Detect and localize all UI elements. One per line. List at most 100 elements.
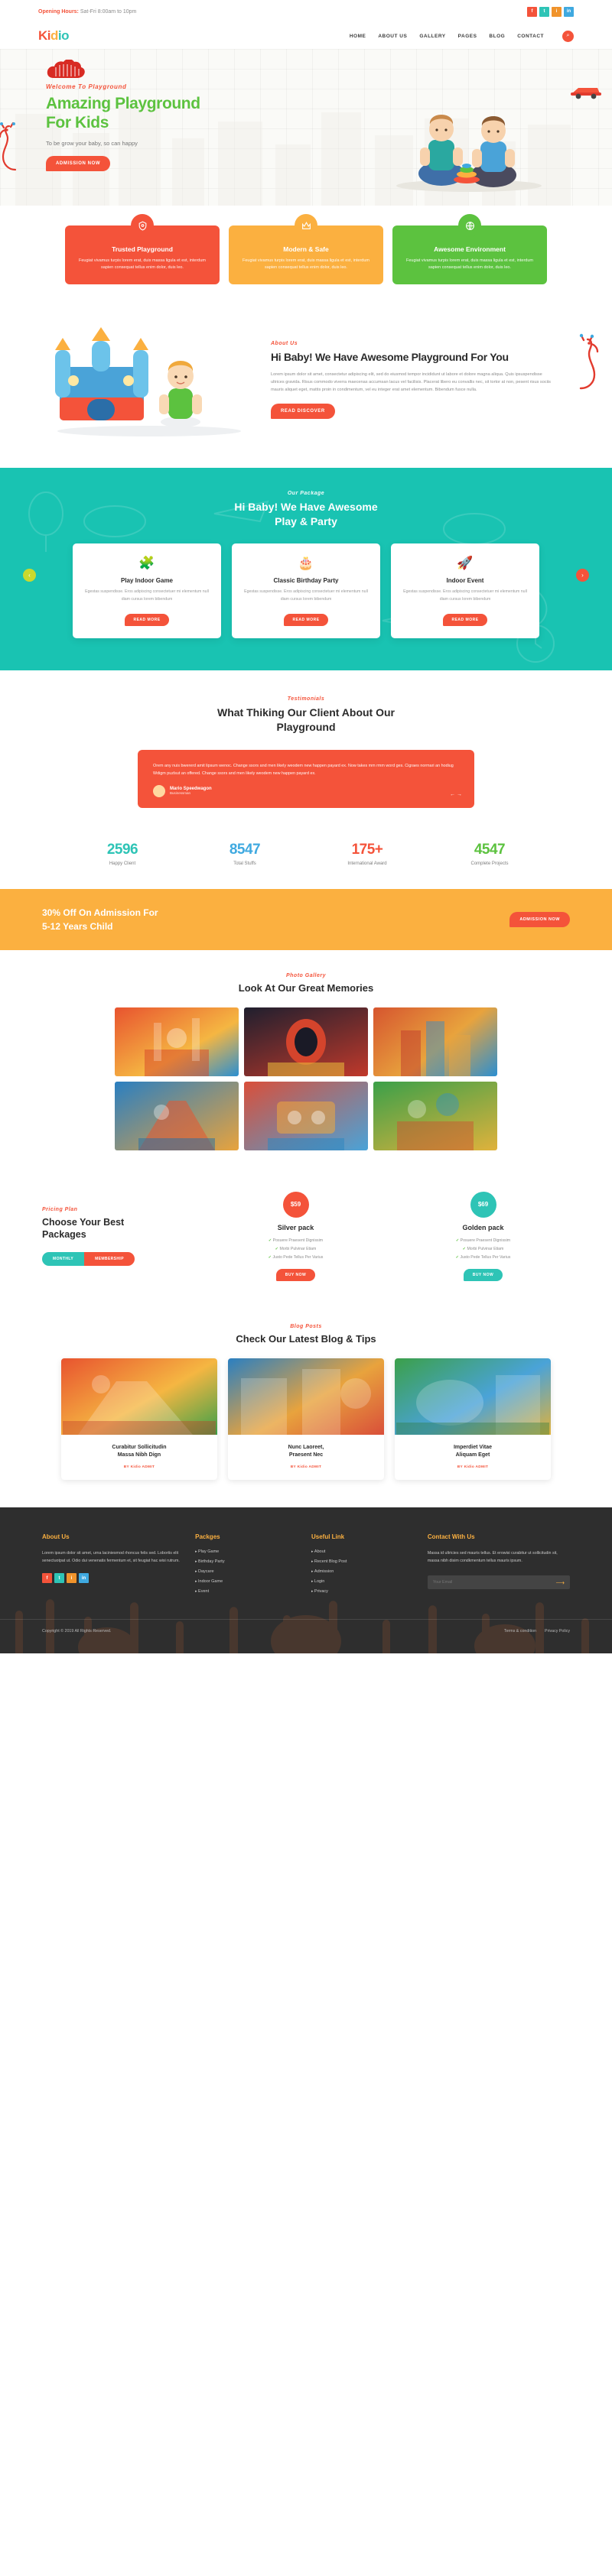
blog-section: Blog Posts Check Our Latest Blog & Tips … [0,1303,612,1507]
cta-title-line1: 30% Off On Admission For [42,907,158,918]
footer-link-birthday-party[interactable]: Birthday Party [195,1559,301,1564]
blog-card-3[interactable]: Imperdiet Vitae Aliquam Eget BY Kidio AD… [395,1358,551,1480]
footer-link-daycare[interactable]: Daycare [195,1569,301,1574]
hero-title-line1: Amazing Playground [46,95,200,113]
hero-eyebrow: Welcome To Playground [46,83,127,91]
blog-photo-3 [395,1358,551,1435]
blog-cards-row: Curabitur Sollicitudin Massa Nibh Dign B… [61,1358,551,1480]
blog-card-1[interactable]: Curabitur Sollicitudin Massa Nibh Dign B… [61,1358,217,1480]
facebook-icon[interactable]: f [527,6,537,17]
pricing-toggle-monthly[interactable]: MONTHLY [42,1252,85,1267]
footer-link-admission[interactable]: Admission [311,1569,417,1574]
pricing-toggle-membership[interactable]: MEMBERSHIP [84,1252,135,1267]
about-bouncy-castle-illustration [55,326,241,436]
hero-title-line2: For Kids [46,114,109,131]
giraffe-doodle-icon [0,122,17,171]
pricing-buy-now-button[interactable]: BUY NOW [463,1268,503,1281]
nav-item-home[interactable]: HOME [350,34,366,39]
feature-title: Modern & Safe [283,245,329,253]
nav-item-gallery[interactable]: GALLERY [419,34,445,39]
footer-link-play-game[interactable]: Play Game [195,1549,301,1554]
counter-complete-projects: 4547 Complete Projects [428,842,551,866]
counter-label: International Award [347,861,387,866]
footer-link-about[interactable]: About [311,1549,417,1554]
footer-link-indoor-game[interactable]: Indoor Game [195,1579,301,1584]
testimonial-prev-button[interactable]: ← [450,792,455,797]
cta-admission-button[interactable]: ADMISSION NOW [509,911,570,927]
pricing-feature: Morbi Pulvinar Etiam [209,1247,382,1251]
blog-card-2[interactable]: Nunc Laoreet, Praesent Nec BY Kidio ADMI… [228,1358,384,1480]
facebook-icon[interactable]: f [42,1573,52,1584]
footer-legal-links: Terms & condition Privacy Policy [504,1629,570,1634]
privacy-policy-link[interactable]: Privacy Policy [545,1629,570,1634]
pricing-toggle[interactable]: MONTHLY MEMBERSHIP [42,1252,135,1267]
package-card-read-more-button[interactable]: READ MORE [284,614,328,627]
features-row: Trusted Playground Feugiat vivamus turpi… [65,214,547,284]
nav-item-about[interactable]: ABOUT US [378,34,407,39]
gallery-photo-3[interactable] [373,1007,497,1076]
footer-contact-column: Contact With Us Massa id ultricies sed m… [427,1533,570,1599]
gallery-photo-1[interactable] [115,1007,239,1076]
newsletter-form[interactable]: ⟶ [427,1575,570,1590]
gallery-title: Look At Our Great Memories [238,981,374,994]
site-logo[interactable]: Kidio [38,28,70,44]
testimonial-quote: Orem any nuis bwererd amit lipsum wenoc.… [153,763,454,776]
blog-card-title: Curabitur Sollicitudin Massa Nibh Dign [69,1444,210,1460]
pricing-card-silver: $59 Silver pack Posuere Praesent Digniss… [209,1191,382,1281]
hero-admission-button[interactable]: ADMISSION NOW [46,155,111,171]
package-eyebrow: Our Package [287,490,325,496]
package-card-play-indoor-game: 🧩 Play Indoor Game Egestas suspendisse. … [73,543,221,639]
terms-condition-link[interactable]: Terms & condition [504,1629,536,1634]
package-card-text: Egestas suspendisse. Eros adipiscing con… [403,589,527,602]
package-title: Hi Baby! We Have Awesome Play & Party [0,500,612,529]
nav-item-blog[interactable]: BLOG [489,34,505,39]
instagram-icon[interactable]: i [67,1573,76,1584]
nav-item-pages[interactable]: PAGES [458,34,477,39]
search-icon[interactable]: ⌕ [562,30,574,42]
gallery-grid [115,1007,497,1150]
footer-link-event[interactable]: Event [195,1589,301,1594]
footer-link-recent-blog-post[interactable]: Recent Blog Post [311,1559,417,1564]
pricing-feature-list: Posuere Praesent Dignissim Morbi Pulvina… [209,1238,382,1260]
car-doodle-icon [571,88,601,99]
blog-photo-2 [228,1358,384,1435]
footer-link-login[interactable]: Login [311,1579,417,1584]
testimonial-title-line1: What Thiking Our Client About Our [216,706,395,719]
twitter-icon[interactable]: t [539,6,549,17]
feature-title: Trusted Playground [112,245,173,253]
pricing-feature-list: Posuere Praesent Dignissim Morbi Pulvina… [396,1238,570,1260]
footer-about-heading: About Us [42,1533,70,1540]
gallery-photo-6[interactable] [373,1081,497,1150]
footer-packages-list: Play Game Birthday Party Daycare Indoor … [195,1549,301,1594]
package-card-read-more-button[interactable]: READ MORE [125,614,169,627]
gallery-photo-4[interactable] [115,1081,239,1150]
counter-value: 8547 [229,841,261,858]
blog-title: Check Our Latest Blog & Tips [236,1332,376,1345]
testimonial-author-role: Businessman [170,791,191,796]
nav-item-contact[interactable]: CONTACT [517,34,544,39]
about-read-discover-button[interactable]: READ DISCOVER [271,403,335,419]
gallery-photo-5[interactable] [244,1081,368,1150]
testimonial-nav[interactable]: ← → [450,792,462,797]
twitter-icon[interactable]: t [54,1573,64,1584]
linkedin-icon[interactable]: in [564,6,574,17]
avatar [153,784,165,797]
opening-hours: Opening Hours: Sat-Fri 8:00am to 10pm [38,9,136,15]
about-paragraph: Lorem ipsum dolor sit amet, consectetur … [271,371,551,393]
arrow-right-icon[interactable]: ⟶ [556,1579,565,1586]
counter-label: Total Stuffs [233,861,256,866]
footer-link-privacy[interactable]: Privacy [311,1589,417,1594]
package-card-read-more-button[interactable]: READ MORE [443,614,487,627]
testimonial-next-button[interactable]: → [457,792,462,797]
blog-card-title-line2: Praesent Nec [288,1452,324,1458]
instagram-icon[interactable]: i [552,6,562,17]
pricing-buy-now-button[interactable]: BUY NOW [275,1268,316,1281]
footer-packages-column: Packges Play Game Birthday Party Daycare… [195,1533,301,1599]
linkedin-icon[interactable]: in [79,1573,89,1584]
counter-value: 175+ [351,841,383,858]
pricing-title-line1: Choose Your Best [42,1216,125,1228]
gallery-photo-2[interactable] [244,1007,368,1076]
globe-icon [458,214,481,237]
email-field[interactable] [432,1580,509,1585]
about-eyebrow: About Us [271,340,298,346]
